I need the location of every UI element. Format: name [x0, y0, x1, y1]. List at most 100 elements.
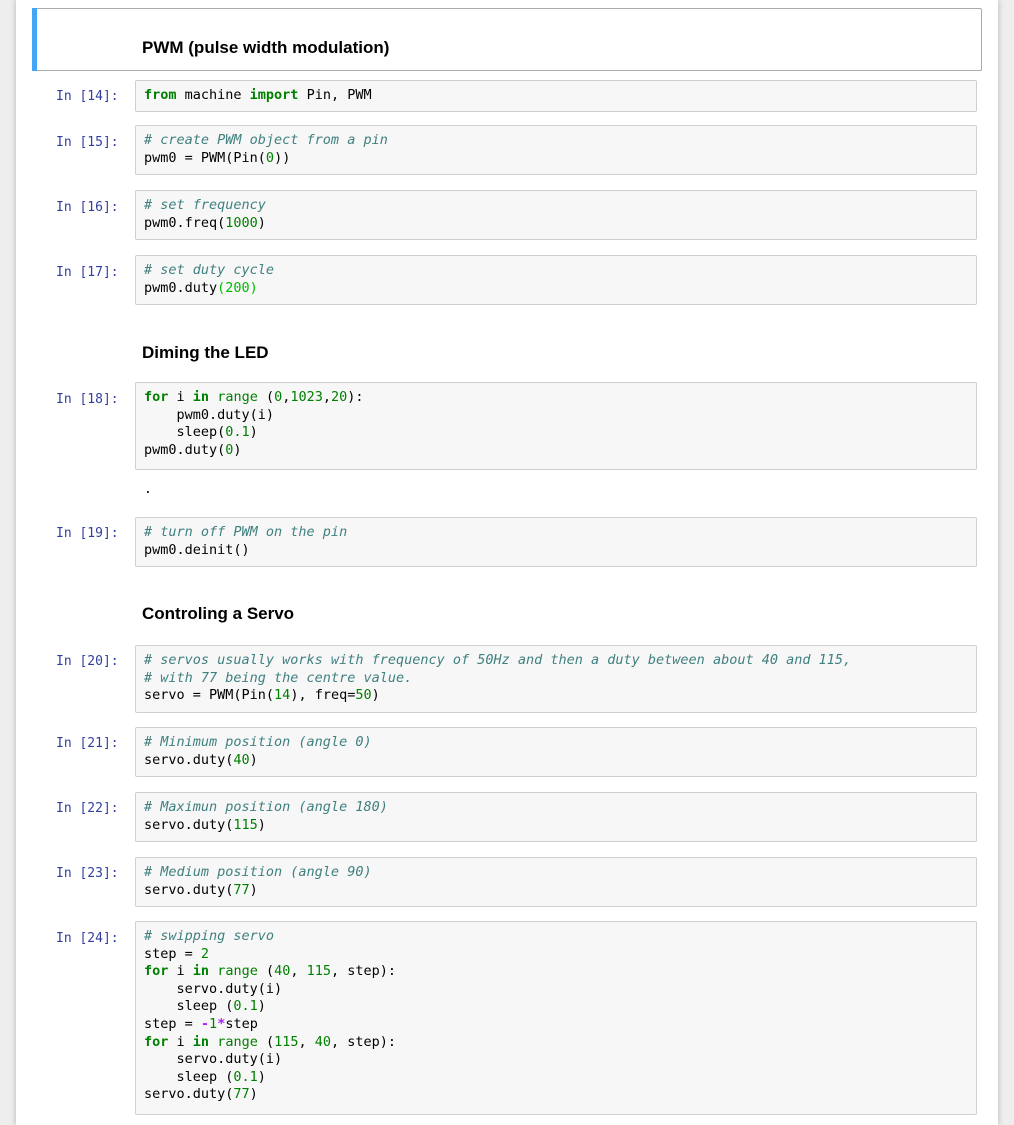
heading-dimming: Diming the LED [142, 343, 269, 362]
code-token: sleep( [144, 424, 226, 441]
code-token: ( [257, 963, 275, 980]
code-token: servo.duty(i) [144, 1051, 283, 1068]
code-token: i [168, 1033, 193, 1050]
code-token: 20 [331, 389, 348, 405]
code-line: pwm0.deinit() [144, 542, 968, 560]
input-prompt: In [24]: [56, 931, 119, 946]
code-input[interactable]: # create PWM object from a pin pwm0 = PWM… [135, 125, 977, 175]
code-token: # swipping servo [144, 928, 275, 944]
code-token: # Medium position (angle 90) [144, 864, 372, 880]
code-input[interactable]: # Maximun position (angle 180) servo.duty… [135, 792, 977, 842]
code-token: step [225, 1015, 258, 1032]
code-token: # Maximun position (angle 180) [144, 799, 388, 815]
code-line: # Maximun position (angle 180) [144, 799, 968, 817]
code-token: pwm0.freq( [144, 214, 226, 231]
code-token: 0.1 [233, 1068, 258, 1085]
code-token: sleep ( [144, 998, 234, 1015]
code-token: ( [257, 1033, 275, 1050]
code-token: ) [249, 881, 258, 898]
code-token: 1023 [290, 389, 323, 405]
code-token: for [144, 389, 169, 405]
code-line: pwm0.duty(200) [144, 280, 968, 298]
code-line: # turn off PWM on the pin [144, 524, 968, 542]
input-prompt: In [19]: [56, 526, 119, 541]
code-token: 77 [233, 881, 250, 898]
markdown-cell-selected[interactable]: PWM (pulse width modulation) [32, 8, 982, 71]
code-line: pwm0.duty(0) [144, 442, 968, 460]
code-token: 40 [274, 963, 291, 980]
code-token: 115 [274, 1033, 299, 1050]
code-token: in [192, 389, 210, 405]
input-prompt: In [21]: [56, 736, 119, 751]
code-input[interactable]: # Medium position (angle 90) servo.duty(7… [135, 857, 977, 907]
code-token: 0.1 [225, 424, 250, 441]
code-line: # with 77 being the centre value. [144, 670, 968, 688]
code-input[interactable]: # set duty cycle pwm0.duty(200) [135, 255, 977, 305]
code-input[interactable]: # turn off PWM on the pin pwm0.deinit() [135, 517, 977, 567]
code-token: 40 [233, 751, 250, 768]
code-token: , step): [331, 1033, 397, 1050]
code-token: step = [144, 1015, 201, 1032]
cell-output: . [144, 482, 152, 497]
code-line: servo.duty(77) [144, 1086, 968, 1104]
code-line: servo.duty(77) [144, 882, 968, 900]
code-token: 77 [233, 1086, 250, 1103]
code-token: sleep ( [144, 1068, 234, 1085]
code-token: # set duty cycle [144, 262, 275, 278]
code-token: ), freq= [290, 687, 356, 704]
code-line: sleep (0.1) [144, 1069, 968, 1087]
code-token: ) [257, 816, 266, 833]
code-line: step = 2 [144, 946, 968, 964]
input-prompt: In [22]: [56, 801, 119, 816]
code-token: ) [233, 441, 242, 458]
cell-selection-bar [32, 8, 37, 71]
code-input[interactable]: # Minimum position (angle 0) servo.duty(4… [135, 727, 977, 777]
code-token: i [168, 389, 193, 405]
code-input[interactable]: for i in range (0,1023,20): pwm0.duty(i)… [135, 382, 977, 470]
code-token: import [249, 87, 299, 103]
code-token: range [217, 963, 258, 980]
code-token: )) [274, 149, 291, 166]
code-token: ) [257, 1068, 266, 1085]
code-line: pwm0.freq(1000) [144, 215, 968, 233]
code-token: machine [176, 87, 250, 103]
code-line: for i in range (40, 115, step): [144, 963, 968, 981]
code-token: servo.duty( [144, 881, 234, 898]
code-token: 1 [209, 1015, 218, 1032]
input-prompt: In [20]: [56, 654, 119, 669]
code-input[interactable]: # swipping servo step = 2 for i in range (… [135, 921, 977, 1115]
code-token: ) [257, 214, 266, 231]
code-line: for i in range (0,1023,20): [144, 389, 968, 407]
code-line: # set duty cycle [144, 262, 968, 280]
code-line: # set frequency [144, 197, 968, 215]
code-line: from machine import Pin, PWM [144, 87, 968, 105]
code-line: servo = PWM(Pin(14), freq=50) [144, 687, 968, 705]
code-token: 14 [274, 687, 291, 704]
code-token: # Minimum position (angle 0) [144, 734, 372, 750]
code-line: # Medium position (angle 90) [144, 864, 968, 882]
code-line: # swipping servo [144, 928, 968, 946]
input-prompt: In [18]: [56, 392, 119, 407]
code-token: servo = PWM(Pin( [144, 687, 275, 704]
code-token: range [217, 389, 258, 405]
code-line: servo.duty(115) [144, 817, 968, 835]
code-line: pwm0.duty(i) [144, 407, 968, 425]
code-token: pwm0.duty( [144, 441, 226, 458]
code-token: , [322, 389, 332, 405]
code-line: # Minimum position (angle 0) [144, 734, 968, 752]
code-line: servo.duty(i) [144, 981, 968, 999]
code-line: # servos usually works with frequency of… [144, 652, 968, 670]
code-token: , step): [331, 963, 397, 980]
code-token: range [217, 1033, 258, 1050]
input-prompt: In [17]: [56, 265, 119, 280]
code-line: # create PWM object from a pin [144, 132, 968, 150]
code-token: 2 [200, 945, 210, 962]
code-token: ) [249, 424, 258, 441]
code-input[interactable]: from machine import Pin, PWM [135, 80, 977, 112]
code-token: Pin, PWM [298, 87, 372, 103]
code-input[interactable]: # set frequency pwm0.freq(1000) [135, 190, 977, 240]
code-token: pwm0.duty [144, 279, 218, 296]
code-token: in [192, 1033, 210, 1050]
code-input[interactable]: # servos usually works with frequency of… [135, 645, 977, 713]
